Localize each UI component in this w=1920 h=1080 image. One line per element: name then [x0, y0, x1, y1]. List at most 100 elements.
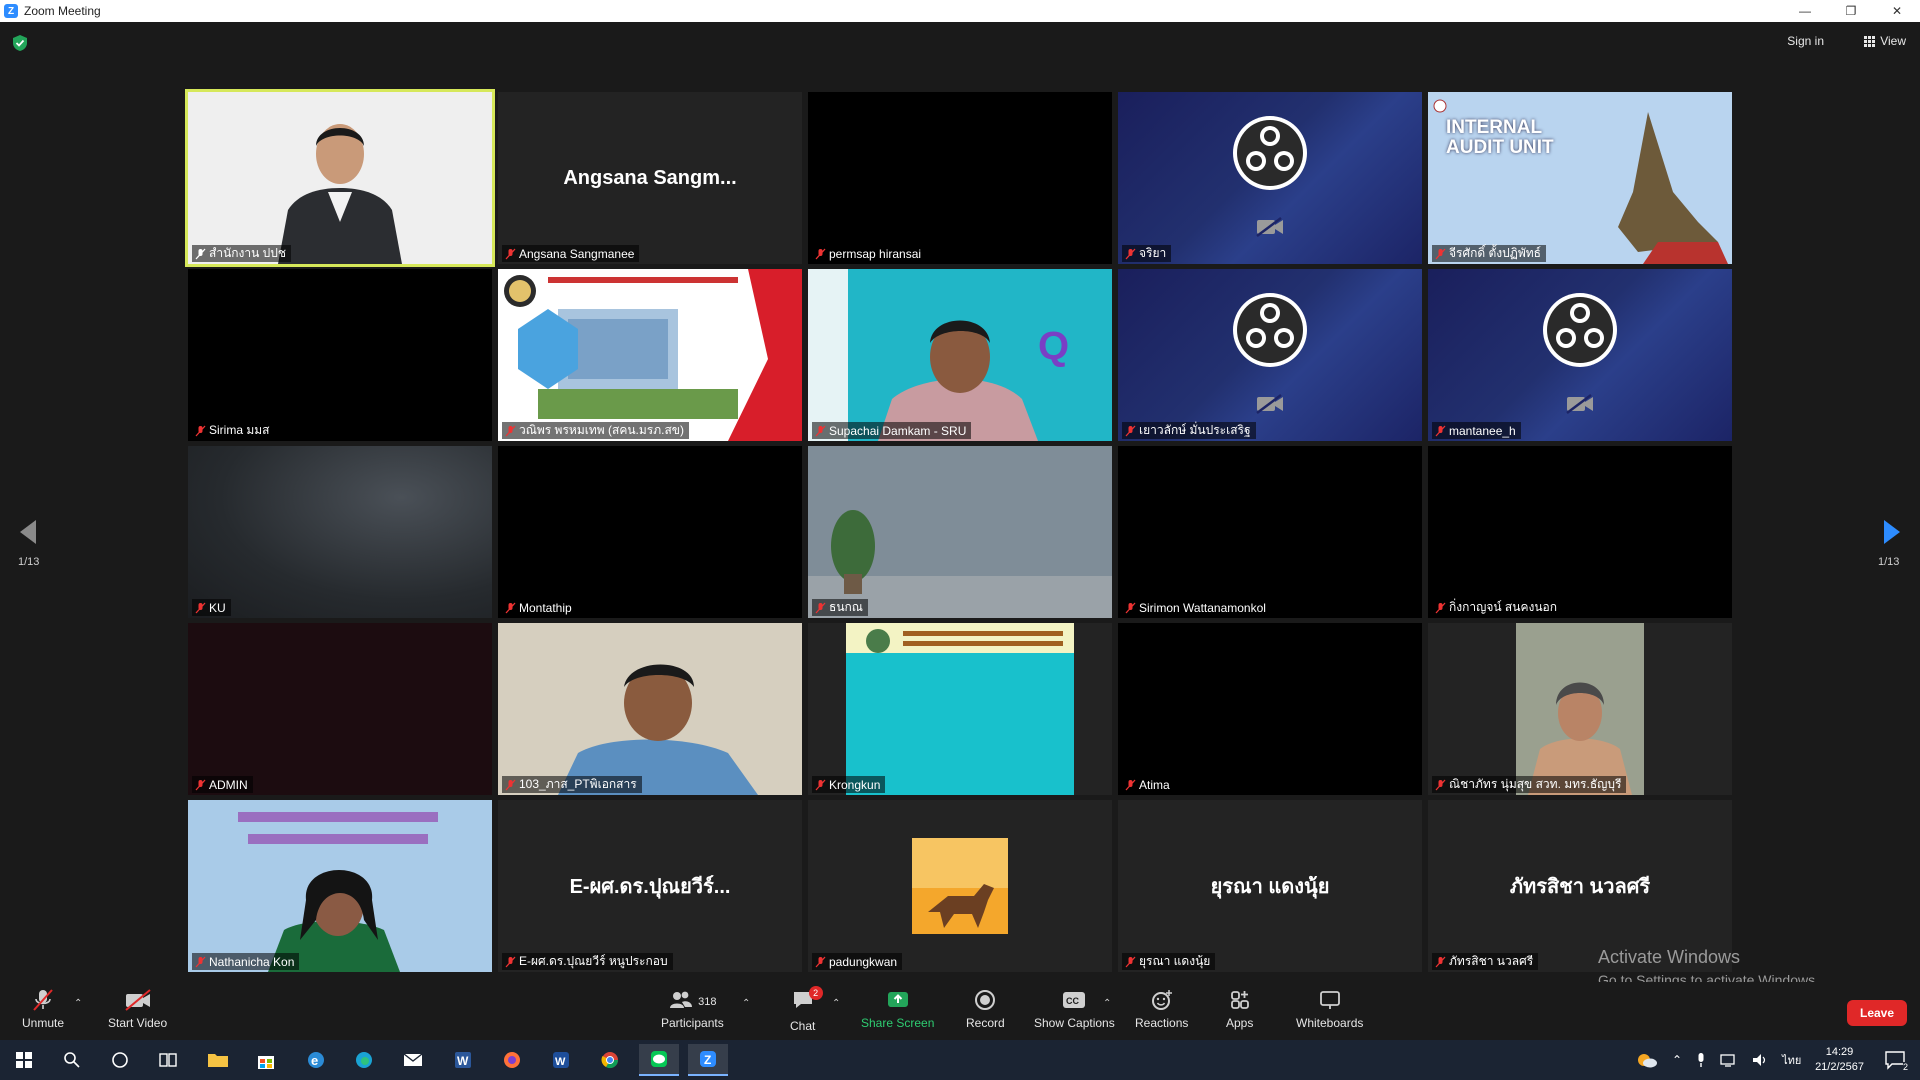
video-tile[interactable]: Sirima มมส — [188, 269, 492, 441]
input-language-indicator[interactable]: ไทย — [1782, 1051, 1801, 1069]
video-tile[interactable]: ยุรณา แดงนุ้ย ยุรณา แดงนุ้ย — [1118, 800, 1422, 972]
network-icon[interactable] — [1720, 1053, 1738, 1067]
svg-text:Z: Z — [704, 1053, 711, 1067]
muted-mic-icon — [195, 425, 206, 436]
audio-options-chevron-up-icon[interactable]: ⌃ — [74, 998, 82, 1009]
internet-explorer-icon[interactable]: e — [296, 1044, 336, 1076]
taskbar-clock[interactable]: 14:29 21/2/2567 — [1815, 1045, 1864, 1075]
webex-icon[interactable]: W — [541, 1044, 581, 1076]
unmute-button[interactable]: Unmute — [22, 988, 64, 1030]
windows-start-icon[interactable] — [4, 1044, 44, 1076]
video-tile[interactable]: INTERNAL AUDIT UNIT จีรศักดิ์ ตั้งปฏิพัท… — [1428, 92, 1732, 264]
participant-name-label: เยาวลักษ์ มั่นประเสริฐ — [1122, 422, 1256, 439]
video-tile[interactable]: วณิพร พรหมเทพ (สคน.มรภ.สข) — [498, 269, 802, 441]
search-icon[interactable] — [52, 1044, 92, 1076]
apps-button[interactable]: Apps — [1226, 988, 1253, 1030]
video-tile[interactable]: padungkwan — [808, 800, 1112, 972]
muted-mic-icon — [33, 989, 53, 1011]
video-tile[interactable]: Sirimon Wattanamonkol — [1118, 446, 1422, 618]
video-tile[interactable]: Angsana Sangm... Angsana Sangmanee — [498, 92, 802, 264]
meeting-topbar: Sign in View — [0, 22, 1920, 88]
university-slide — [498, 269, 802, 441]
chat-unread-badge: 2 — [808, 986, 823, 1000]
muted-mic-icon — [815, 425, 826, 436]
smiley-icon — [1151, 990, 1172, 1010]
man-office-video — [498, 623, 802, 795]
muted-mic-icon — [815, 248, 826, 259]
task-view-icon[interactable] — [148, 1044, 188, 1076]
video-tile[interactable]: 103_ภาส_PTพิเอกสาร — [498, 623, 802, 795]
edge-icon[interactable] — [344, 1044, 384, 1076]
leave-button[interactable]: Leave — [1847, 1000, 1907, 1026]
video-tile[interactable]: E-ผศ.ดร.ปุณยวีร์... E-ผศ.ดร.ปุณยวีร์ หนู… — [498, 800, 802, 972]
video-tile[interactable]: Montathip — [498, 446, 802, 618]
show-hidden-icons-chevron-icon[interactable]: ⌃ — [1672, 1053, 1682, 1067]
muted-mic-icon — [505, 425, 516, 436]
whiteboards-button[interactable]: Whiteboards — [1296, 988, 1363, 1030]
participants-button[interactable]: 318 Participants — [661, 988, 724, 1030]
start-video-button[interactable]: Start Video — [108, 988, 167, 1030]
mail-icon[interactable] — [393, 1044, 433, 1076]
minimize-button[interactable]: — — [1782, 0, 1828, 22]
cortana-icon[interactable] — [100, 1044, 140, 1076]
participant-name-label: Krongkun — [812, 776, 886, 793]
video-tile[interactable]: Q Supachai Damkam - SRU — [808, 269, 1112, 441]
video-tile[interactable]: ณิชาภัทร นุ่มสุข สวท. มทร.ธัญบุรี — [1428, 623, 1732, 795]
video-tile[interactable]: permsap hiransai — [808, 92, 1112, 264]
chrome-icon[interactable] — [590, 1044, 630, 1076]
file-explorer-icon[interactable] — [198, 1044, 238, 1076]
chat-options-chevron-up-icon[interactable]: ⌃ — [832, 998, 840, 1009]
record-button[interactable]: Record — [966, 988, 1005, 1030]
zoom-logo-icon: Z — [4, 4, 18, 18]
supachai-video: Q — [808, 269, 1112, 441]
video-tile[interactable]: Krongkun — [808, 623, 1112, 795]
line-app-icon[interactable] — [639, 1044, 679, 1076]
microphone-tray-icon[interactable] — [1696, 1052, 1706, 1068]
sign-in-button[interactable]: Sign in — [1787, 34, 1824, 48]
volume-icon[interactable] — [1752, 1053, 1768, 1067]
video-tile[interactable]: mantanee_h — [1428, 269, 1732, 441]
muted-mic-icon — [505, 956, 516, 967]
video-tile[interactable]: Nathanicha Kon — [188, 800, 492, 972]
next-page-arrow-icon[interactable] — [1876, 512, 1906, 552]
chat-button[interactable]: 2 Chat — [790, 986, 823, 1033]
security-shield-icon[interactable] — [12, 34, 28, 52]
zoom-app-icon[interactable]: Z — [688, 1044, 728, 1076]
participants-options-chevron-up-icon[interactable]: ⌃ — [742, 998, 750, 1009]
previous-page-arrow-icon[interactable] — [14, 512, 44, 552]
muted-mic-icon — [505, 779, 516, 790]
video-tile[interactable]: Atima — [1118, 623, 1422, 795]
participant-name-label: วณิพร พรหมเทพ (สคน.มรภ.สข) — [502, 422, 689, 439]
horse-avatar — [808, 800, 1112, 972]
video-tile[interactable]: เยาวลักษ์ มั่นประเสริฐ — [1118, 269, 1422, 441]
obs-logo-icon — [1543, 293, 1617, 367]
window-titlebar: Z Zoom Meeting — ❐ ✕ — [0, 0, 1920, 22]
notifications-icon[interactable]: 2 — [1884, 1050, 1908, 1072]
view-button[interactable]: View — [1864, 34, 1906, 48]
captions-options-chevron-up-icon[interactable]: ⌃ — [1103, 998, 1111, 1009]
participant-name-label: Atima — [1122, 776, 1175, 793]
reactions-button[interactable]: Reactions — [1135, 988, 1188, 1030]
system-tray: ⌃ ไทย — [1636, 1040, 1801, 1080]
video-tile[interactable]: KU — [188, 446, 492, 618]
store-icon[interactable] — [246, 1044, 286, 1076]
video-tile[interactable]: ธนกณ — [808, 446, 1112, 618]
word-icon[interactable]: W — [443, 1044, 483, 1076]
weather-icon[interactable] — [1636, 1051, 1658, 1069]
show-captions-button[interactable]: CC Show Captions — [1034, 988, 1115, 1030]
woman-office-video — [1428, 623, 1732, 795]
share-screen-button[interactable]: Share Screen — [861, 988, 934, 1030]
video-tile[interactable]: จริยา — [1118, 92, 1422, 264]
participant-name-label: จีรศักดิ์ ตั้งปฏิพัทธ์ — [1432, 245, 1546, 262]
video-tile[interactable]: กิ่งกาญจน์ สนคงนอก — [1428, 446, 1732, 618]
svg-text:CC: CC — [1066, 996, 1079, 1006]
close-button[interactable]: ✕ — [1874, 0, 1920, 22]
restore-button[interactable]: ❐ — [1828, 0, 1874, 22]
participant-name-label: จริยา — [1122, 245, 1172, 262]
window-title: Zoom Meeting — [24, 4, 101, 18]
muted-mic-icon — [195, 602, 206, 613]
firefox-icon[interactable] — [492, 1044, 532, 1076]
video-tile[interactable]: สำนักงาน ปปช — [185, 89, 495, 267]
video-tile[interactable]: ADMIN — [188, 623, 492, 795]
participant-name-label: padungkwan — [812, 953, 903, 970]
